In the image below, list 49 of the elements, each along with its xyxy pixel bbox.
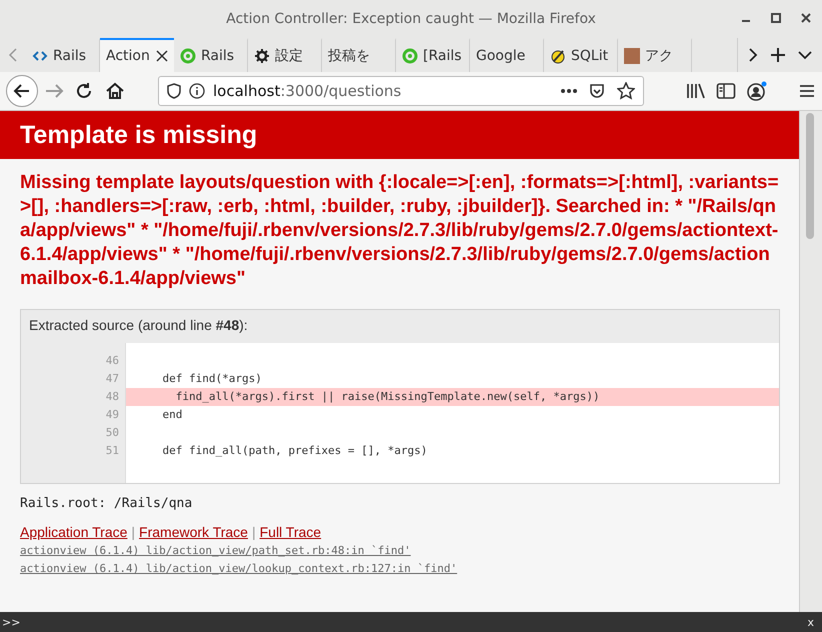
- feather-icon: [550, 48, 566, 64]
- rails-root-text: Rails.root: /Rails/qna: [20, 496, 194, 511]
- source-title: Extracted source (around line #48):: [28, 316, 249, 335]
- code-line: def find(*args): [161, 371, 263, 387]
- forward-icon[interactable]: [44, 82, 64, 100]
- close-icon[interactable]: [156, 50, 168, 62]
- info-icon[interactable]: [189, 83, 205, 99]
- code-line: end: [161, 407, 184, 423]
- account-icon[interactable]: [746, 81, 768, 101]
- browser-tab[interactable]: Action: [100, 38, 174, 72]
- line-number: 50: [104, 425, 120, 441]
- code-line: def find_all(path, prefixes = [], *args): [161, 443, 428, 459]
- line-number: 49: [104, 407, 120, 423]
- trace-line-link[interactable]: actionview (6.1.4) lib/action_view/path_set.rb:48:in `find': [20, 544, 411, 557]
- line-number: 51: [104, 443, 120, 459]
- pocket-icon[interactable]: [589, 83, 605, 99]
- photo-placeholder: [624, 48, 640, 64]
- back-arrow-icon: [13, 82, 31, 100]
- error-message: Missing template layouts/question with {:locale=>[:en], :formats=>[:html], :variants=>[], :handlers=>[:raw, :erb, :html, :builder, :ruby, :jbuilder]}. Searched in: * "/Rails/qna/app/views" * "/home/fuji/.rbenv/versions/2.7.3/lib/ruby/gems/2.7.0/gems/actiontext-6.1.4/app/views" * "/home/fuji/.rbenv/versions/2.7.3/lib/ruby/gems/2.7.0/gems/actionmailbox-6.1.4/app/views": [20, 171, 780, 291]
- line-number: 48: [104, 389, 120, 405]
- window-title: Action Controller: Exception caught — Mozilla Firefox: [226, 11, 596, 27]
- separator-text: |: [252, 523, 256, 541]
- ring-icon: [180, 48, 196, 64]
- gear-icon: [254, 48, 270, 64]
- maximize-icon[interactable]: [768, 10, 784, 26]
- trace-link[interactable]: Application Trace: [20, 523, 128, 541]
- star-icon[interactable]: [617, 82, 635, 100]
- address-bar[interactable]: localhost:3000/questions: [158, 76, 644, 106]
- trace-link[interactable]: Full Trace: [260, 523, 322, 541]
- chevron-right-icon[interactable]: [748, 48, 758, 62]
- separator-text: |: [131, 523, 136, 541]
- scrollbar-thumb[interactable]: [806, 113, 814, 239]
- plus-icon[interactable]: [770, 47, 786, 63]
- line-number: 47: [104, 371, 120, 387]
- line-number: 46: [104, 353, 120, 369]
- back-button[interactable]: [6, 75, 38, 107]
- console-close-button[interactable]: x: [807, 616, 814, 628]
- trace-line-link[interactable]: actionview (6.1.4) lib/action_view/lookup_context.rb:127:in `find': [20, 562, 458, 575]
- library-icon[interactable]: [686, 82, 706, 100]
- more-icon[interactable]: [561, 89, 577, 93]
- home-icon[interactable]: [104, 82, 126, 100]
- console-prompt[interactable]: >>: [2, 616, 20, 628]
- menu-icon[interactable]: [798, 83, 816, 99]
- sidebar-icon[interactable]: [716, 82, 736, 100]
- page-header: Template is missing: [0, 111, 800, 159]
- trace-link[interactable]: Framework Trace: [139, 523, 248, 541]
- chevron-down-icon[interactable]: [798, 50, 812, 60]
- ring-icon: [402, 48, 418, 64]
- shield-icon: [167, 83, 181, 99]
